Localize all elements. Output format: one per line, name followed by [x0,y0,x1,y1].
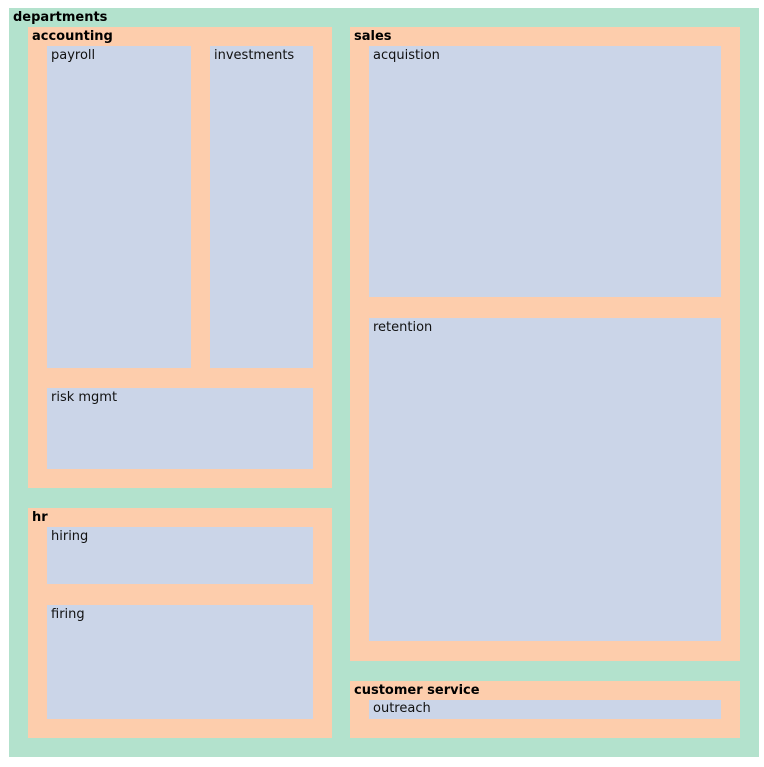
leaf-risk-mgmt: risk mgmt [47,388,313,469]
leaf-hiring: hiring [47,527,313,584]
leaf-label-risk-mgmt: risk mgmt [51,390,118,405]
group-label-customer-service: customer service [354,683,480,698]
group-label-accounting: accounting [32,29,113,44]
leaf-label-firing: firing [51,607,85,622]
leaf-label-investments: investments [214,48,295,63]
leaf-acquisition: acquistion [369,46,721,297]
leaf-firing: firing [47,605,313,719]
leaf-outreach: outreach [369,700,721,719]
leaf-retention: retention [369,318,721,641]
leaf-payroll: payroll [47,46,191,368]
leaf-label-hiring: hiring [51,529,89,544]
leaf-label-acquisition: acquistion [373,48,440,63]
leaf-label-retention: retention [373,320,433,335]
leaf-investments: investments [210,46,313,368]
group-label-sales: sales [354,29,392,44]
group-label-hr: hr [32,510,48,525]
leaf-label-outreach: outreach [373,701,431,716]
root-label: departments [13,10,108,25]
leaf-label-payroll: payroll [51,48,96,63]
